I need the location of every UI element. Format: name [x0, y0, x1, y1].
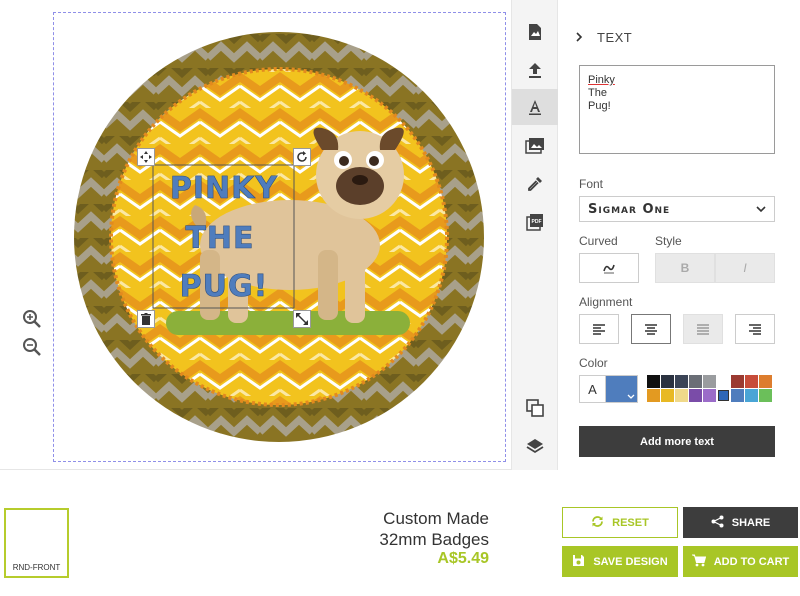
color-swatch[interactable] — [689, 389, 702, 402]
text-value-line-1: Pinky — [588, 74, 615, 86]
color-swatch[interactable] — [703, 375, 716, 388]
text-properties-panel: TEXT Pinky The Pug! Font Sigmar One Curv… — [559, 0, 800, 470]
chevron-down-icon — [627, 394, 635, 399]
thumbnail-label: RND-FRONT — [12, 563, 61, 572]
color-swatch[interactable] — [661, 375, 674, 388]
panel-title: TEXT — [597, 30, 633, 45]
product-name: Custom Made 32mm Badges — [379, 508, 489, 550]
product-price: A$5.49 — [437, 550, 489, 567]
badge-artwork: PINKY THE PUG! — [74, 32, 484, 442]
curved-text-button[interactable] — [579, 253, 639, 283]
text-art-line-2: THE — [185, 221, 254, 256]
align-justify-icon — [697, 323, 709, 335]
color-swatch[interactable] — [689, 375, 702, 388]
reset-button-label: RESET — [612, 516, 649, 529]
curve-icon — [603, 264, 615, 274]
color-swatch[interactable] — [745, 389, 758, 402]
align-right-icon — [749, 323, 761, 335]
bold-button[interactable]: B — [655, 253, 715, 283]
photo-gallery-icon[interactable] — [512, 128, 558, 164]
add-more-text-button[interactable]: Add more text — [579, 426, 775, 457]
italic-button[interactable]: I — [715, 253, 775, 283]
color-swatch[interactable] — [661, 389, 674, 402]
color-swatch[interactable] — [703, 389, 716, 402]
color-swatch[interactable] — [745, 375, 758, 388]
current-color-picker[interactable] — [605, 375, 638, 403]
delete-handle-icon[interactable] — [137, 310, 155, 328]
color-swatch[interactable] — [759, 389, 772, 402]
add-to-cart-button-label: ADD TO CART — [713, 555, 790, 568]
color-swatch[interactable] — [647, 375, 660, 388]
chevron-right-icon — [575, 30, 583, 45]
eyedropper-icon[interactable] — [512, 166, 558, 202]
alignment-label: Alignment — [579, 295, 633, 309]
color-swatch[interactable] — [731, 389, 744, 402]
shopping-cart-icon — [691, 554, 706, 570]
product-name-line-2: 32mm Badges — [379, 530, 489, 549]
color-swatch[interactable] — [717, 389, 730, 402]
align-right-button[interactable] — [735, 314, 775, 344]
upload-icon[interactable] — [512, 52, 558, 88]
align-justify-button[interactable] — [683, 314, 723, 344]
color-swatch[interactable] — [717, 375, 730, 388]
share-button-label: SHARE — [731, 516, 771, 529]
text-icon[interactable] — [512, 89, 558, 125]
italic-button-label: I — [743, 261, 747, 275]
panel-header[interactable]: TEXT — [575, 30, 632, 45]
curved-label: Curved — [579, 234, 618, 248]
layers-icon[interactable] — [512, 428, 558, 464]
floppy-disk-icon — [572, 554, 585, 570]
rotate-handle-icon[interactable] — [293, 148, 311, 166]
style-label: Style — [655, 234, 682, 248]
align-left-button[interactable] — [579, 314, 619, 344]
save-design-button[interactable]: SAVE DESIGN — [562, 546, 678, 577]
text-input-area[interactable]: Pinky The Pug! — [579, 65, 775, 154]
chevron-down-icon — [756, 200, 766, 218]
share-icon — [711, 515, 724, 531]
move-handle-icon[interactable] — [137, 148, 155, 166]
share-button[interactable]: SHARE — [683, 507, 798, 538]
zoom-out-icon[interactable] — [22, 337, 42, 357]
text-value-rest: The Pug! — [588, 87, 611, 112]
color-swatch[interactable] — [731, 375, 744, 388]
pdf-icon[interactable]: PDF — [512, 204, 558, 240]
color-swatch[interactable] — [675, 375, 688, 388]
refresh-icon — [591, 515, 604, 531]
tool-strip: PDF — [512, 0, 558, 470]
text-art-line-1: PINKY — [170, 171, 279, 206]
color-swatch-grid — [647, 375, 775, 402]
save-design-button-label: SAVE DESIGN — [593, 555, 668, 568]
svg-text:PDF: PDF — [532, 219, 542, 225]
resize-handle-icon[interactable] — [293, 310, 311, 328]
color-label: Color — [579, 356, 608, 370]
color-swatch[interactable] — [647, 389, 660, 402]
duplicate-icon[interactable] — [512, 390, 558, 426]
reset-button[interactable]: RESET — [562, 507, 678, 538]
align-center-button[interactable] — [631, 314, 671, 344]
text-color-a: A — [579, 375, 606, 403]
font-select-value: Sigmar One — [588, 201, 671, 217]
product-designer: { "canvas": { "text_lines": ["PINKY", "T… — [0, 0, 800, 596]
add-to-cart-button[interactable]: ADD TO CART — [683, 546, 798, 577]
color-swatch[interactable] — [675, 389, 688, 402]
font-select[interactable]: Sigmar One — [579, 196, 775, 222]
zoom-in-icon[interactable] — [22, 309, 42, 329]
text-art-line-3: PUG! — [180, 269, 269, 304]
design-thumbnail[interactable]: RND-FRONT — [4, 508, 69, 578]
image-edit-icon[interactable] — [512, 14, 558, 50]
align-left-icon — [593, 323, 605, 335]
design-canvas[interactable]: PINKY THE PUG! — [0, 0, 512, 470]
color-swatch[interactable] — [759, 375, 772, 388]
font-label: Font — [579, 177, 604, 191]
product-name-line-1: Custom Made — [383, 509, 489, 528]
bold-button-label: B — [680, 261, 690, 275]
align-center-icon — [645, 323, 657, 335]
